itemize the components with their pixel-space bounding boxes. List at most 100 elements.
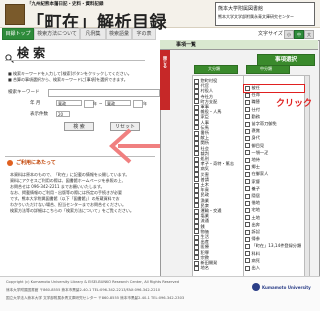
search-hint-1: ■ 検索キーワードを入力して[検索]ボタンをクリックしてください。 bbox=[8, 71, 132, 76]
subcategory-list-item[interactable]: 土地 bbox=[245, 215, 260, 221]
subcategory-list-item[interactable]: 宅地 bbox=[245, 207, 260, 213]
university-logo-icon bbox=[252, 283, 260, 291]
footer-address-1: 熊本大学附属図書館 〒860-8555 熊本市黒髪2-40-1 TEL:096-… bbox=[6, 288, 161, 292]
notice-line: なお、掲載情報のご利用・出版等の際には所定の手続きが必要 bbox=[10, 190, 122, 195]
range-tilde: ~ bbox=[99, 101, 103, 106]
subcategory-list-item[interactable]: 苗字帯刀御免 bbox=[245, 121, 277, 127]
year-to-input[interactable] bbox=[133, 100, 143, 108]
notice-icon bbox=[7, 160, 13, 166]
checkbox-icon[interactable] bbox=[245, 265, 250, 271]
subcategory-list-item[interactable]: 被任 bbox=[245, 85, 260, 91]
checkbox-icon[interactable] bbox=[245, 128, 250, 134]
click-label: クリック bbox=[276, 99, 313, 109]
subcategory-list-item[interactable]: 任命 bbox=[245, 92, 260, 98]
count-select[interactable]: 20 bbox=[56, 111, 70, 117]
search-heading-rule bbox=[5, 60, 145, 61]
subcategory-list-item[interactable]: 職替 bbox=[245, 99, 260, 105]
subcategory-list-item[interactable]: 「町在」13,14件登録分類 bbox=[245, 243, 301, 249]
checkbox-icon[interactable] bbox=[245, 193, 250, 199]
checkbox-icon[interactable] bbox=[245, 258, 250, 264]
checkbox-icon[interactable] bbox=[245, 207, 250, 213]
font-large-button[interactable]: 大 bbox=[304, 30, 314, 39]
footer-address-2: 国立大学法人熊本大学 文学部附属永青文庫研究センター 〒860-8555 熊本市… bbox=[6, 296, 185, 300]
year-to-unit: 年 bbox=[143, 101, 147, 106]
subcategory-list-item[interactable]: 勤務 bbox=[245, 114, 260, 120]
notice-line: 資料にアクセスご利用の際は、図書館ホームページを参照の上、 bbox=[10, 178, 126, 183]
subcategory-list-item[interactable]: 御目見 bbox=[245, 143, 264, 149]
checkbox-icon[interactable] bbox=[245, 135, 250, 141]
tab-legend[interactable]: 凡例集 bbox=[80, 28, 106, 40]
tab-search-method[interactable]: 検索方法について bbox=[34, 28, 80, 40]
era-to-select[interactable]: 寛政 bbox=[105, 100, 131, 106]
select-item-button[interactable]: 事項選択 bbox=[257, 54, 315, 66]
checkbox-icon[interactable] bbox=[245, 186, 250, 192]
checkbox-icon[interactable] bbox=[245, 179, 250, 185]
subcategory-list-item[interactable]: 地侍 bbox=[245, 157, 260, 163]
checkbox-icon[interactable] bbox=[245, 243, 250, 249]
subcategory-list-item[interactable]: 出奔 bbox=[245, 222, 260, 228]
subcategory-list-item[interactable]: 褒賞 bbox=[245, 128, 260, 134]
keyword-input[interactable] bbox=[48, 89, 160, 97]
year-from-unit: 年 bbox=[93, 101, 97, 106]
col1-header: 大分類 bbox=[208, 66, 220, 71]
checkbox-icon[interactable] bbox=[245, 164, 250, 170]
panel-title: 事項一覧 bbox=[176, 42, 197, 48]
checkbox-icon[interactable] bbox=[194, 265, 199, 271]
checkbox-icon[interactable] bbox=[245, 229, 250, 235]
panel-close-label: 閉じる bbox=[163, 56, 168, 68]
checkbox-icon[interactable] bbox=[245, 251, 250, 257]
checkbox-icon[interactable] bbox=[245, 236, 250, 242]
search-icon bbox=[5, 48, 14, 63]
checkbox-icon[interactable] bbox=[245, 150, 250, 156]
subcategory-list-item[interactable]: 仕付 bbox=[245, 107, 260, 113]
checkbox-icon[interactable] bbox=[245, 200, 250, 206]
subcategory-list-item[interactable]: 科料 bbox=[245, 251, 260, 257]
subcategory-list-item[interactable]: 帰参 bbox=[245, 236, 260, 242]
checkbox-icon[interactable] bbox=[245, 99, 250, 105]
footer-copyright: Copyright (c) Kumamoto University Librar… bbox=[6, 280, 179, 284]
university-logo-text: Kumamoto University bbox=[262, 285, 311, 290]
search-button[interactable]: 検 索 bbox=[64, 122, 94, 131]
checkbox-icon[interactable] bbox=[245, 114, 250, 120]
subcategory-list-item[interactable]: 出入 bbox=[245, 265, 260, 271]
subcategory-list-item[interactable]: 病死 bbox=[245, 258, 260, 264]
era-from-select[interactable]: 寛政 bbox=[56, 100, 82, 106]
subcategory-list-item[interactable]: 身代 bbox=[245, 135, 260, 141]
checkbox-icon[interactable] bbox=[245, 107, 250, 113]
font-small-button[interactable]: 小 bbox=[284, 30, 294, 39]
subcategory-list-item[interactable]: 隠居 bbox=[245, 193, 260, 199]
tab-top[interactable]: 目録トップ bbox=[2, 28, 34, 40]
checkbox-icon[interactable] bbox=[245, 143, 250, 149]
subcategory-list-item[interactable]: 養子 bbox=[245, 186, 260, 192]
checkbox-icon[interactable] bbox=[245, 215, 250, 221]
category-list-item[interactable]: 地名 bbox=[194, 265, 209, 271]
checkbox-icon[interactable] bbox=[245, 222, 250, 228]
subcategory-list-item[interactable]: 郷士 bbox=[245, 164, 260, 170]
subcategory-list-item[interactable]: 一領一疋 bbox=[245, 150, 268, 156]
subcategory-list-item[interactable]: 家督 bbox=[245, 179, 260, 185]
font-medium-button[interactable]: 中 bbox=[294, 30, 304, 39]
subcategory-list-item[interactable]: 訴訟 bbox=[245, 229, 260, 235]
checkbox-icon[interactable] bbox=[245, 121, 250, 127]
notice-line: です。熊本大学附属図書館（以下「図書館」）の所蔵資料でお bbox=[10, 196, 120, 201]
checkbox-icon[interactable] bbox=[245, 85, 250, 91]
pointer-arrow bbox=[108, 128, 162, 164]
search-heading: 検 索 bbox=[17, 46, 46, 60]
notice-heading: ご利用にあたって bbox=[16, 160, 56, 166]
subcategory-list-item[interactable]: 借地 bbox=[245, 200, 260, 206]
col2-header: 中分類 bbox=[260, 66, 272, 71]
org-line-2: 熊本大学文学部附属永青文庫研究センター bbox=[218, 14, 294, 19]
notice-line: わかりいただけない場合、担当センターまでお問合せください。 bbox=[10, 202, 126, 207]
tab-vocab[interactable]: 検索語彙 bbox=[106, 28, 132, 40]
notice-line: お問合せは 096-342-2211 までお願いいたします。 bbox=[10, 184, 105, 189]
year-label: 年 月 bbox=[30, 101, 41, 106]
checkbox-icon[interactable] bbox=[245, 157, 250, 163]
tab-chars[interactable]: 字の表 bbox=[132, 28, 156, 40]
keyword-label: 検索キーワード bbox=[8, 90, 40, 95]
org-line-1: 熊本大学附属図書館 bbox=[218, 6, 264, 12]
search-hint-2: ■ 合算の事項選択から、検索キーワードに[事項]を選択できます。 bbox=[8, 77, 128, 82]
checkbox-icon[interactable] bbox=[245, 92, 250, 98]
checkbox-icon[interactable] bbox=[245, 171, 250, 177]
notice-line: 検索方法等の詳細はこちらの「検索方法について」をご覧ください。 bbox=[10, 208, 134, 213]
subcategory-list-item[interactable]: 在御家人 bbox=[245, 171, 268, 177]
